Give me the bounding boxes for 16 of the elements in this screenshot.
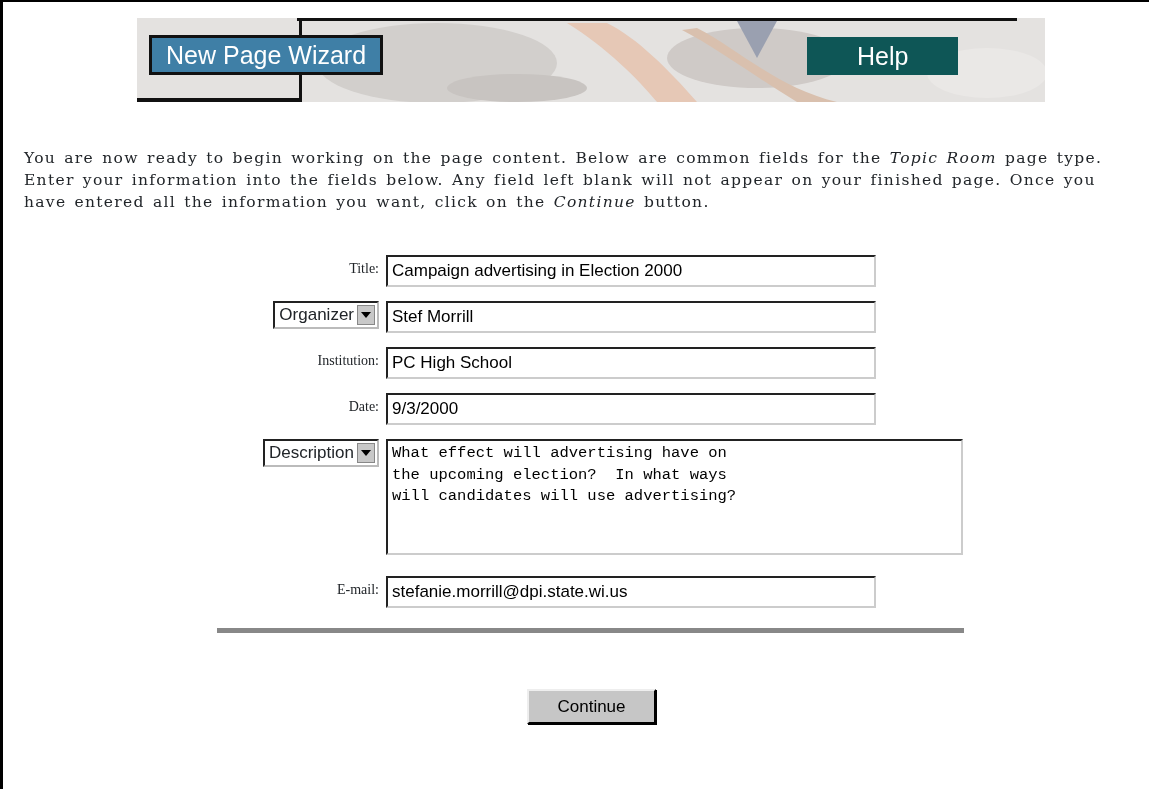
input-field[interactable]: Stef Morrill: [386, 301, 876, 333]
input-field[interactable]: 9/3/2000: [386, 393, 876, 425]
help-button[interactable]: Help: [807, 37, 959, 75]
field-dropdown[interactable]: Description: [262, 439, 379, 467]
description-textarea[interactable]: What effect will advertising have on the upcoming election? In what ways will candidates will use advertising?: [386, 439, 963, 555]
field-label: Date:: [348, 398, 379, 416]
field-label: Title:: [349, 260, 379, 278]
input-field[interactable]: PC High School: [386, 347, 876, 379]
field-dropdown[interactable]: Organizer: [273, 301, 379, 329]
intro-paragraph: You are now ready to begin working on the page content. Below are common fields for the Topic Room page type. Enter your information into the fields below. Any field left blank will not appear on your finished page. Once you have entered all the information you want, click on the Continue button.: [24, 148, 1104, 213]
input-field[interactable]: stefanie.morrill@dpi.state.wi.us: [386, 576, 876, 608]
wizard-title: New Page Wizard: [149, 35, 384, 75]
field-label: E-mail:: [337, 581, 379, 599]
field-label: Institution:: [317, 352, 379, 370]
continue-button[interactable]: Continue: [527, 689, 656, 724]
input-field[interactable]: Campaign advertising in Election 2000: [386, 255, 876, 287]
